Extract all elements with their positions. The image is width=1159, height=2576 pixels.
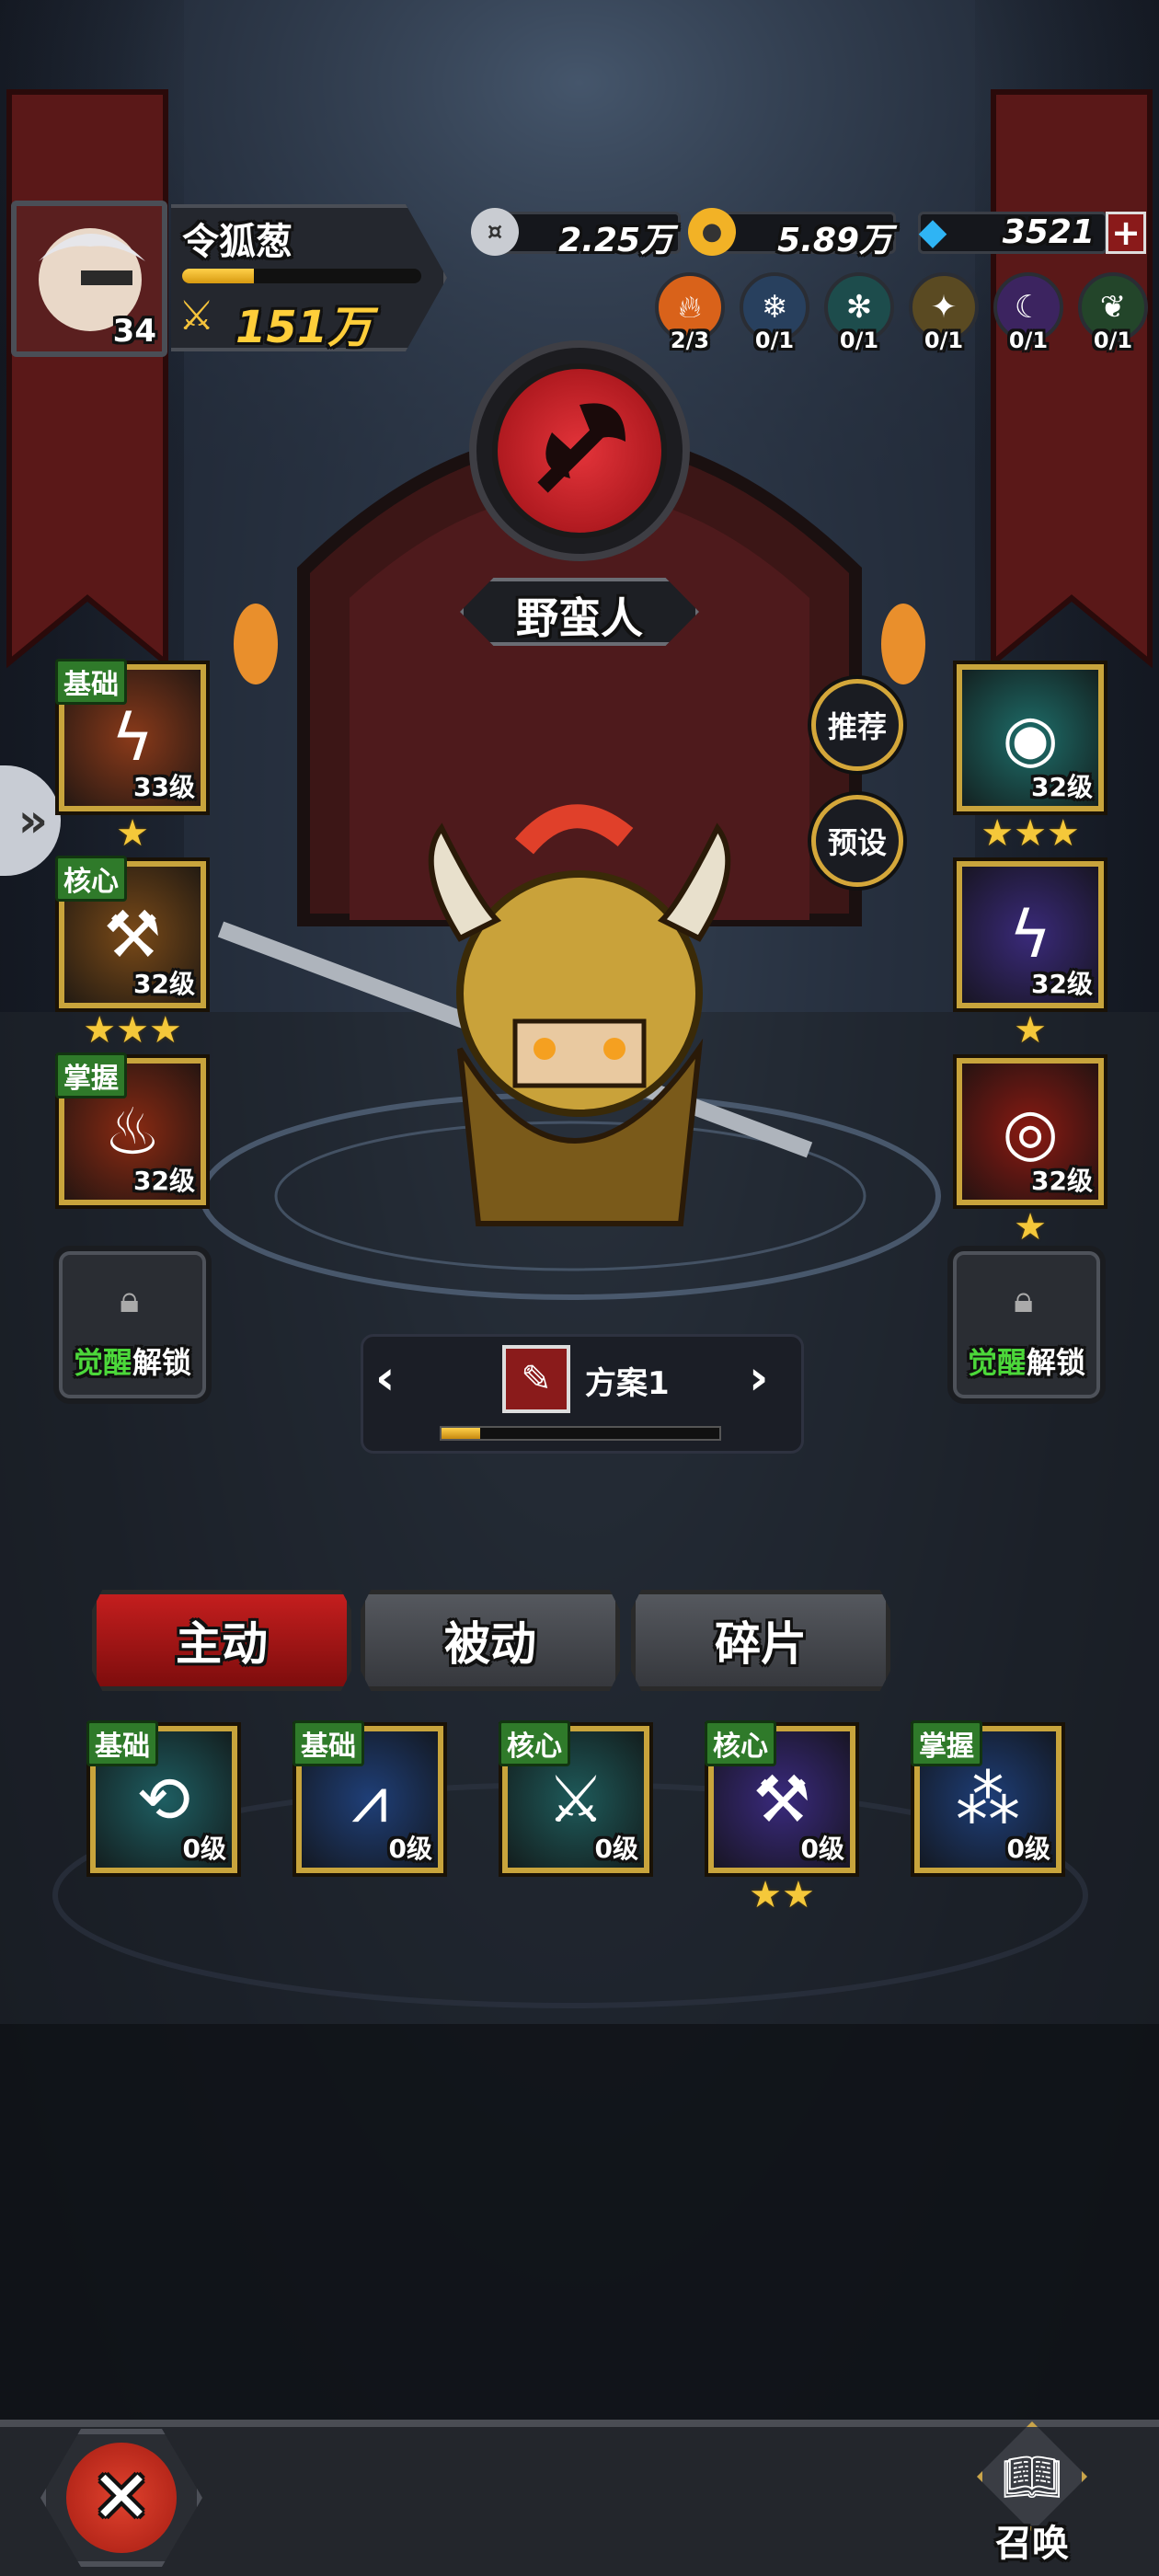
- element-count: 0/1: [839, 328, 879, 353]
- star-rating: ★: [1014, 1009, 1047, 1052]
- gold-amount: 5.89万: [777, 222, 892, 259]
- combat-power-value: 151万: [235, 302, 373, 353]
- tab-fragments[interactable]: 碎片: [631, 1590, 890, 1691]
- preset-next-arrow-icon[interactable]: ›: [749, 1351, 768, 1406]
- element-count: 0/1: [924, 328, 964, 353]
- star-rating: ★★★: [981, 812, 1080, 855]
- awaken-slot-right[interactable]: 🔒︎ 觉醒解锁: [953, 1251, 1100, 1398]
- skill-card-5[interactable]: ⁂ 0级 掌握: [911, 1720, 1061, 1873]
- tab-active-skills[interactable]: 主动: [92, 1590, 351, 1691]
- star-rating: ★★: [749, 1874, 815, 1916]
- element-count: 0/1: [1008, 328, 1049, 353]
- skill-level: 0级: [182, 1834, 226, 1864]
- equipped-skill-left-1[interactable]: ϟ 33级 基础 ★: [55, 659, 206, 852]
- close-icon: ✕: [66, 2443, 177, 2553]
- player-name: 令狐葱: [182, 221, 293, 263]
- skill-card-4[interactable]: ⚒ 0级 核心 ★★: [705, 1720, 855, 1914]
- player-avatar[interactable]: 34: [11, 201, 167, 357]
- skill-level: 32级: [133, 1166, 195, 1196]
- equipped-skill-left-3[interactable]: ♨ 32级 掌握: [55, 1052, 206, 1205]
- skill-level: 32级: [133, 969, 195, 999]
- skill-level: 0级: [388, 1834, 432, 1864]
- crossed-swords-icon: ⚔: [178, 293, 215, 339]
- element-count: 0/1: [1093, 328, 1133, 353]
- star-rating: ★★★: [83, 1009, 182, 1052]
- preset-name: 方案1: [585, 1365, 670, 1402]
- unlock-label: 解锁: [1027, 1345, 1086, 1380]
- equipped-skill-right-3[interactable]: ◎ 32级 ★: [957, 1058, 1104, 1246]
- skill-level: 33级: [133, 772, 195, 802]
- player-exp-bar: [182, 269, 421, 283]
- equipped-skill-left-2[interactable]: ⚒ 32级 核心 ★★★: [55, 856, 206, 1049]
- skill-tier-badge: 核心: [705, 1720, 776, 1766]
- preset-progress-fill: [442, 1428, 481, 1439]
- silver-amount: 2.25万: [558, 222, 673, 259]
- silver-coin-icon: ¤: [471, 208, 519, 256]
- add-currency-button[interactable]: +: [1106, 212, 1146, 254]
- padlock-icon: 🔒︎: [120, 1279, 140, 1321]
- preset-button[interactable]: 预设: [811, 795, 903, 887]
- player-exp-fill: [182, 269, 254, 283]
- element-count: 0/1: [754, 328, 795, 353]
- awaken-slot-left[interactable]: 🔒︎ 觉醒解锁: [59, 1251, 206, 1398]
- element-count: 2/3: [670, 328, 710, 353]
- awaken-label: 觉醒: [967, 1345, 1027, 1380]
- diamond-icon: ◆: [918, 211, 947, 253]
- recommend-button[interactable]: 推荐: [811, 679, 903, 771]
- skill-card-2[interactable]: ⩘ 0级 基础: [293, 1720, 443, 1873]
- skill-tier-badge: 基础: [55, 659, 127, 705]
- diamond-amount: 3521: [1002, 213, 1095, 251]
- skill-card-3[interactable]: ⚔ 0级 核心: [499, 1720, 649, 1873]
- unlock-label: 解锁: [132, 1345, 192, 1380]
- padlock-icon: 🔒︎: [1014, 1279, 1034, 1321]
- skill-level: 32级: [1031, 772, 1093, 802]
- skill-level: 32级: [1031, 969, 1093, 999]
- skill-tier-badge: 核心: [55, 856, 127, 902]
- axe-icon: [537, 403, 625, 493]
- skill-level: 0级: [594, 1834, 638, 1864]
- class-name: 野蛮人: [516, 593, 643, 643]
- skill-level: 0级: [800, 1834, 844, 1864]
- summon-label[interactable]: 召唤: [977, 2513, 1087, 2567]
- star-rating: ★: [1014, 1206, 1047, 1248]
- equipped-skill-right-1[interactable]: ◉ 32级 ★★★: [957, 664, 1104, 852]
- awaken-label: 觉醒: [73, 1345, 132, 1380]
- skill-card-1[interactable]: ⟲ 0级 基础: [86, 1720, 237, 1873]
- preset-progress-bar: [440, 1426, 721, 1441]
- player-level: 34: [112, 313, 156, 350]
- skill-level: 32级: [1031, 1166, 1093, 1196]
- skill-tier-badge: 基础: [86, 1720, 158, 1766]
- skill-level: 0级: [1006, 1834, 1050, 1864]
- preset-prev-arrow-icon[interactable]: ‹: [375, 1351, 395, 1406]
- skill-tier-badge: 核心: [499, 1720, 570, 1766]
- equipped-skill-right-2[interactable]: ϟ 32级 ★: [957, 861, 1104, 1049]
- skill-tier-badge: 掌握: [911, 1720, 982, 1766]
- skill-tier-badge: 基础: [293, 1720, 364, 1766]
- pencil-icon[interactable]: ✎: [502, 1345, 570, 1413]
- tab-passive-skills[interactable]: 被动: [361, 1590, 620, 1691]
- star-rating: ★: [116, 812, 149, 855]
- skill-tier-badge: 掌握: [55, 1052, 127, 1098]
- class-emblem[interactable]: [469, 340, 690, 561]
